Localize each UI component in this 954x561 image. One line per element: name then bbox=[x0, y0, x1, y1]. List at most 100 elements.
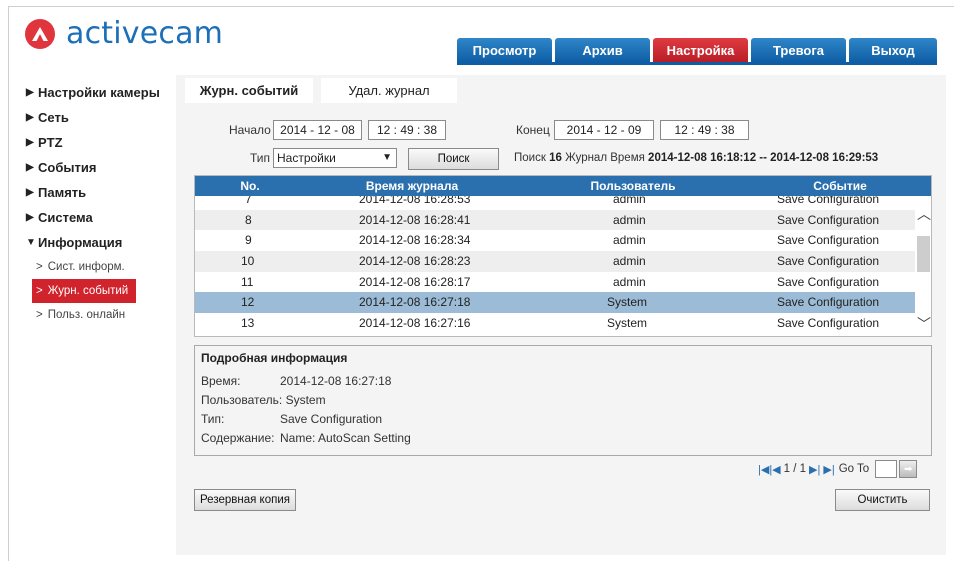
details-title: Подробная информация bbox=[201, 351, 348, 365]
nav-settings[interactable]: Настройка bbox=[653, 38, 748, 62]
expand-arrow-icon: ▶ bbox=[26, 87, 34, 98]
sidebar-item-information[interactable]: ▼ Информация bbox=[26, 230, 176, 255]
next-page-icon[interactable]: ▶| bbox=[809, 463, 820, 476]
clear-button[interactable]: Очистить bbox=[835, 489, 930, 511]
column-header-user: Пользователь bbox=[590, 179, 676, 193]
sidebar-item-camera-settings[interactable]: ▶ Настройки камеры bbox=[26, 80, 176, 105]
brand-name: activecam bbox=[66, 16, 224, 51]
scroll-up-icon[interactable]: ︿ bbox=[917, 204, 931, 224]
sidebar-item-label: События bbox=[38, 160, 97, 175]
sidebar-item-label: Память bbox=[38, 185, 87, 200]
event-log-table: 7 2014-12-08 16:28:53 admin Save Configu… bbox=[194, 175, 932, 337]
cell-user: admin bbox=[613, 233, 646, 248]
table-row[interactable]: 8 2014-12-08 16:28:41 admin Save Configu… bbox=[195, 209, 915, 231]
sidebar-subitem-event-log[interactable]: > Журн. событий bbox=[32, 279, 136, 303]
tab-remote-log[interactable]: Удал. журнал bbox=[321, 78, 457, 103]
table-body: 7 2014-12-08 16:28:53 admin Save Configu… bbox=[195, 189, 915, 334]
chevron-right-icon: > bbox=[36, 261, 43, 273]
cell-user: System bbox=[607, 316, 648, 331]
cell-event: Save Configuration bbox=[777, 274, 880, 289]
expand-arrow-icon: ▶ bbox=[26, 162, 34, 173]
sidebar-item-network[interactable]: ▶ Сеть bbox=[26, 105, 176, 130]
cell-event: Save Configuration bbox=[777, 233, 880, 248]
details-time-label: Время: bbox=[201, 374, 241, 388]
cell-no: 8 bbox=[245, 212, 252, 227]
cell-user: admin bbox=[613, 254, 646, 269]
scroll-down-icon[interactable]: ﹀ bbox=[917, 314, 931, 334]
column-header-time: Время журнала bbox=[365, 179, 459, 193]
details-type-value: Save Configuration bbox=[280, 412, 383, 426]
summary-middle: Журнал Время bbox=[565, 152, 645, 164]
cell-time: 2014-12-08 16:28:17 bbox=[359, 274, 471, 289]
sidebar-item-label: Система bbox=[38, 210, 93, 225]
sidebar-item-ptz[interactable]: ▶ PTZ bbox=[26, 130, 176, 155]
scrollbar-thumb[interactable] bbox=[917, 236, 930, 272]
type-label: Тип bbox=[250, 151, 271, 165]
cell-no: 13 bbox=[241, 316, 255, 331]
goto-label: Go To bbox=[838, 463, 870, 475]
backup-button[interactable]: Резервная копия bbox=[194, 489, 296, 511]
first-page-icon[interactable]: |◀ bbox=[758, 463, 769, 476]
cell-time: 2014-12-08 16:27:18 bbox=[359, 295, 471, 310]
search-button[interactable]: Поиск bbox=[408, 148, 499, 170]
table-row[interactable]: 9 2014-12-08 16:28:34 admin Save Configu… bbox=[195, 230, 915, 252]
chevron-right-icon: > bbox=[36, 309, 43, 321]
details-type-row: Тип: Save Configuration bbox=[201, 412, 382, 426]
nav-view[interactable]: Просмотр bbox=[457, 38, 552, 62]
cell-user: admin bbox=[613, 274, 646, 289]
start-label: Начало bbox=[229, 123, 271, 137]
details-content-row: Содержание: Name: AutoScan Setting bbox=[201, 431, 411, 445]
sidebar-item-events[interactable]: ▶ События bbox=[26, 155, 176, 180]
top-nav: Просмотр Архив Настройка Тревога Выход bbox=[457, 38, 937, 62]
sidebar-item-storage[interactable]: ▶ Память bbox=[26, 180, 176, 205]
details-type-label: Тип: bbox=[201, 412, 225, 426]
cell-no: 12 bbox=[241, 295, 255, 310]
cell-user: admin bbox=[613, 212, 646, 227]
last-page-icon[interactable]: ▶| bbox=[823, 463, 834, 476]
details-time-row: Время: 2014-12-08 16:27:18 bbox=[201, 374, 391, 388]
column-header-no: No. bbox=[240, 179, 260, 193]
end-label: Конец bbox=[516, 123, 550, 137]
details-panel: Подробная информация Время: 2014-12-08 16… bbox=[194, 345, 932, 456]
nav-archive[interactable]: Архив bbox=[555, 38, 650, 62]
prev-page-icon[interactable]: |◀ bbox=[769, 463, 780, 476]
sidebar-subitem-label: Журн. событий bbox=[47, 285, 129, 297]
sidebar-subitem-label: Польз. онлайн bbox=[47, 309, 126, 321]
type-select[interactable]: Настройки ▼ bbox=[273, 148, 397, 168]
goto-arrow-icon[interactable]: ➡ bbox=[899, 460, 918, 478]
end-date-input[interactable]: 2014 - 12 - 09 bbox=[554, 120, 654, 140]
brand-logo: activecam bbox=[25, 17, 223, 51]
pagination: |◀ |◀ 1 / 1 ▶| ▶| Go To ➡ bbox=[758, 458, 918, 480]
sidebar-item-label: Сеть bbox=[38, 110, 69, 125]
expand-arrow-icon: ▶ bbox=[26, 112, 34, 123]
table-scrollbar[interactable]: ︿ ﹀ bbox=[915, 196, 931, 336]
nav-alarm[interactable]: Тревога bbox=[751, 38, 846, 62]
tab-event-log[interactable]: Журн. событий bbox=[185, 78, 313, 103]
start-time-input[interactable]: 12 : 49 : 38 bbox=[368, 120, 446, 140]
table-header: No. Время журнала Пользователь Событие bbox=[195, 176, 931, 196]
table-row[interactable]: 11 2014-12-08 16:28:17 admin Save Config… bbox=[195, 271, 915, 293]
cell-time: 2014-12-08 16:27:16 bbox=[359, 316, 471, 331]
chevron-right-icon: > bbox=[36, 285, 43, 297]
summary-prefix: Поиск bbox=[514, 152, 546, 164]
expand-arrow-icon: ▶ bbox=[26, 187, 34, 198]
table-row[interactable]: 10 2014-12-08 16:28:23 admin Save Config… bbox=[195, 251, 915, 272]
main-content: Журн. событий Удал. журнал Начало 2014 -… bbox=[176, 75, 946, 555]
cell-time: 2014-12-08 16:28:41 bbox=[359, 212, 471, 227]
nav-underline bbox=[457, 62, 937, 65]
start-date-input[interactable]: 2014 - 12 - 08 bbox=[273, 120, 362, 140]
search-summary: Поиск 16 Журнал Время 2014-12-08 16:18:1… bbox=[514, 152, 878, 164]
table-row[interactable]: 13 2014-12-08 16:27:16 System Save Confi… bbox=[195, 313, 915, 334]
end-time-input[interactable]: 12 : 49 : 38 bbox=[660, 120, 749, 140]
nav-logout[interactable]: Выход bbox=[849, 38, 937, 62]
cell-time: 2014-12-08 16:28:23 bbox=[359, 254, 471, 269]
table-row-selected[interactable]: 12 2014-12-08 16:27:18 System Save Confi… bbox=[195, 292, 915, 314]
cell-no: 10 bbox=[241, 254, 255, 269]
column-header-event: Событие bbox=[813, 179, 867, 193]
details-content-value: Name: AutoScan Setting bbox=[280, 431, 411, 445]
summary-range: 2014-12-08 16:18:12 -- 2014-12-08 16:29:… bbox=[648, 152, 879, 164]
sidebar-item-system[interactable]: ▶ Система bbox=[26, 205, 176, 230]
goto-page-input[interactable] bbox=[875, 460, 898, 478]
sidebar-subitem-online-users[interactable]: > Польз. онлайн bbox=[26, 303, 176, 327]
sidebar-subitem-system-info[interactable]: > Сист. информ. bbox=[26, 255, 176, 279]
